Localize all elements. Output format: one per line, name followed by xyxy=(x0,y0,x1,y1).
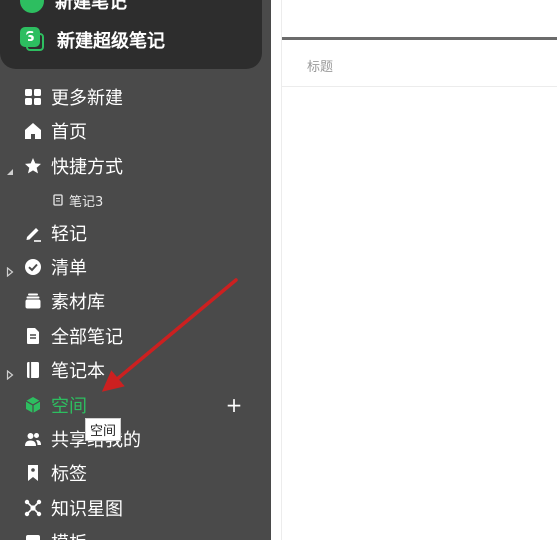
sidebar-item-all-notes[interactable]: 全部笔记 xyxy=(0,320,271,352)
sidebar-item-label: 笔记3 xyxy=(69,194,104,210)
sidebar-item-label: 首页 xyxy=(51,122,87,143)
sidebar-item-label: 笔记本 xyxy=(51,361,105,382)
sidebar-item-label: 更多新建 xyxy=(51,88,123,109)
star-icon xyxy=(24,157,42,175)
sidebar-item-notebooks[interactable]: 笔记本 xyxy=(0,354,271,386)
caret-right-icon[interactable] xyxy=(6,262,14,278)
stack-icon xyxy=(24,292,42,310)
add-space-button[interactable]: + xyxy=(225,395,243,415)
sidebar-item-label: 全部笔记 xyxy=(51,327,123,348)
new-super-note-label: 新建超级笔记 xyxy=(57,31,165,52)
notebook-icon xyxy=(24,361,42,379)
sidebar-item-quick-note[interactable]: 轻记 xyxy=(0,217,271,249)
tag-icon xyxy=(24,464,42,482)
sidebar-item-shared-with-me[interactable]: 共享给我的 xyxy=(0,423,271,455)
sidebar-item-label: 标签 xyxy=(51,464,87,485)
people-icon xyxy=(24,430,42,448)
sidebar-item-library[interactable]: 素材库 xyxy=(0,285,271,317)
editor-pane: 标题 xyxy=(271,0,557,540)
caret-down-icon[interactable] xyxy=(6,161,14,175)
network-icon xyxy=(24,499,42,517)
sidebar: 新建笔记 S 新建超级笔记 更多新建 首页 快捷方式 笔记3 轻记 清单 素材库… xyxy=(0,0,271,540)
sidebar-item-label: 知识星图 xyxy=(51,499,123,520)
new-note-label: 新建笔记 xyxy=(55,0,127,13)
tooltip: 空间 xyxy=(85,418,122,441)
sidebar-item-templates[interactable]: 模板 xyxy=(0,526,271,540)
sidebar-item-label: 模板 xyxy=(51,529,87,540)
sidebar-item-more-new[interactable]: 更多新建 xyxy=(0,81,271,113)
sidebar-item-label: 轻记 xyxy=(51,224,87,245)
sidebar-item-tasks[interactable]: 清单 xyxy=(0,251,271,283)
home-icon xyxy=(24,122,42,140)
sidebar-item-label: 空间 xyxy=(51,396,87,417)
new-note-icon xyxy=(20,0,44,13)
new-note-button[interactable]: 新建笔记 xyxy=(20,0,127,14)
sidebar-item-shortcuts[interactable]: 快捷方式 xyxy=(0,150,271,182)
title-placeholder: 标题 xyxy=(307,60,334,75)
check-circle-icon xyxy=(24,258,42,276)
sidebar-item-knowledge-graph[interactable]: 知识星图 xyxy=(0,492,271,524)
sidebar-item-tags[interactable]: 标签 xyxy=(0,457,271,489)
note-icon xyxy=(52,194,64,206)
document-icon xyxy=(24,327,42,345)
caret-right-icon[interactable] xyxy=(6,365,14,381)
sidebar-item-spaces[interactable]: 空间 + xyxy=(0,389,271,421)
title-input[interactable]: 标题 xyxy=(282,40,557,87)
new-super-note-button[interactable]: S 新建超级笔记 xyxy=(20,27,165,53)
grid-icon xyxy=(24,88,42,106)
cube-icon xyxy=(24,396,42,414)
sidebar-item-label: 素材库 xyxy=(51,292,105,313)
sidebar-item-home[interactable]: 首页 xyxy=(0,115,271,147)
new-note-panel: 新建笔记 S 新建超级笔记 xyxy=(0,0,262,69)
template-icon xyxy=(24,533,42,540)
sidebar-item-label: 清单 xyxy=(51,258,87,279)
super-note-icon: S xyxy=(20,27,46,53)
shortcut-item-note[interactable]: 笔记3 xyxy=(0,184,271,216)
pen-icon xyxy=(24,224,42,242)
sidebar-item-label: 快捷方式 xyxy=(51,157,123,178)
